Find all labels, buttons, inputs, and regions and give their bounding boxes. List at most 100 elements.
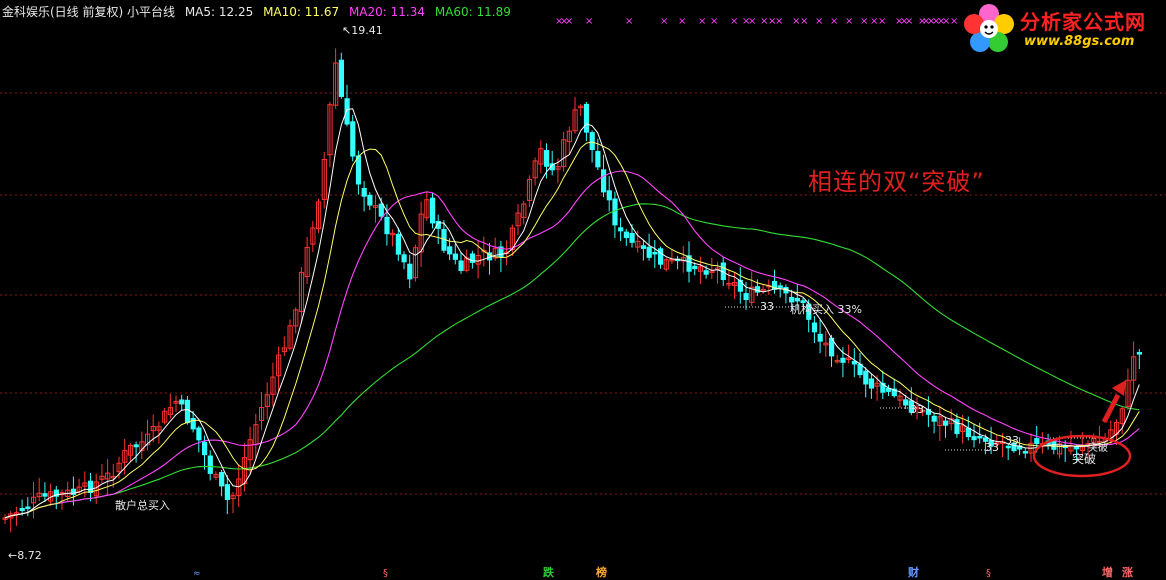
- candle-body: [88, 480, 94, 493]
- candle-body: [224, 484, 231, 500]
- candle-body: [857, 363, 863, 376]
- candle-body: [207, 455, 213, 474]
- signal-x-marker: ×: [830, 16, 838, 27]
- candle-body: [965, 427, 971, 438]
- signal-x-marker: ×: [905, 16, 913, 27]
- site-logo: 分析家公式网 www.88gs.com: [960, 2, 1160, 56]
- candle-body: [817, 333, 823, 342]
- candle-body: [179, 399, 185, 405]
- marker-cai[interactable]: 财: [908, 564, 919, 580]
- marker-zeng[interactable]: 增: [1102, 564, 1113, 580]
- candle-body: [544, 149, 550, 167]
- candle-body: [789, 296, 795, 303]
- candle-body: [931, 415, 937, 422]
- signal-x-marker: ×: [730, 16, 738, 27]
- candle-body: [219, 471, 225, 487]
- candle-body: [652, 251, 658, 255]
- signal-x-marker: ×: [660, 16, 668, 27]
- candle-body: [658, 248, 664, 265]
- candle-body: [42, 493, 48, 497]
- candle-body: [777, 285, 783, 288]
- platform-33-label: 33: [1005, 434, 1019, 447]
- signal-x-marker: ×: [815, 16, 823, 27]
- signal-x-marker: ×: [678, 16, 686, 27]
- candle-body: [743, 293, 749, 300]
- candle-body: [595, 151, 601, 168]
- candle-body: [629, 232, 635, 243]
- candle-body: [612, 198, 618, 226]
- ma20-value: MA20: 11.34: [348, 5, 425, 19]
- signal-x-marker: ×: [950, 16, 958, 27]
- signal-x-marker: ×: [860, 16, 868, 27]
- candle-body: [811, 322, 818, 333]
- kline-chart[interactable]: × × × × × × × × × × × × × × × × × × × × × × × × × × × × × × × × × ↖19.41 ←…: [0, 0, 1166, 580]
- ma60-value: MA60: 11.89: [434, 5, 511, 19]
- bottom-glyph: §: [986, 568, 991, 579]
- candle-body: [840, 357, 846, 363]
- candle-body: [703, 270, 709, 275]
- logo-name: 分析家公式网: [1020, 10, 1146, 34]
- candle-body: [623, 231, 629, 239]
- candle-body: [25, 506, 31, 510]
- platform-33-label: 33: [985, 441, 999, 454]
- candle-body: [133, 444, 139, 448]
- signal-x-marker: ×: [748, 16, 756, 27]
- candle-body: [1074, 446, 1080, 450]
- marker-die[interactable]: 跌: [543, 564, 554, 580]
- candle-body: [640, 245, 647, 249]
- signal-x-marker: ×: [625, 16, 633, 27]
- signal-x-marker: ×: [565, 16, 573, 27]
- candle-body: [1022, 451, 1028, 454]
- retail-buy-label: 散户总买入: [115, 498, 170, 512]
- candle-body: [361, 187, 367, 197]
- candle-body: [851, 360, 857, 365]
- candle-body: [378, 203, 384, 217]
- candle-body: [338, 59, 344, 97]
- candle-body: [407, 263, 413, 280]
- signal-x-marker: ×: [585, 16, 593, 27]
- marker-bang[interactable]: 榜: [596, 564, 607, 580]
- bottom-glyph: §: [383, 568, 388, 579]
- chart-header: 金科娱乐(日线 前复权) 小平台线 MA5: 12.25 MA10: 11.67…: [2, 3, 517, 20]
- institution-buy-label: 机构买入 33%: [790, 302, 862, 316]
- candle-body: [583, 103, 590, 133]
- ma5-value: MA5: 12.25: [184, 5, 254, 19]
- candle-body: [344, 98, 350, 125]
- marker-zhang[interactable]: 涨: [1122, 564, 1133, 580]
- candle-body: [943, 420, 949, 426]
- candle-body: [1136, 351, 1143, 355]
- candle-body: [1034, 438, 1040, 445]
- candle-body: [618, 227, 624, 232]
- candle-body: [184, 399, 191, 424]
- ma60-line: [4, 203, 1140, 519]
- logo-url: www.88gs.com: [1024, 34, 1135, 49]
- price-low-label: ←8.72: [8, 549, 42, 562]
- candle-body: [196, 427, 202, 441]
- candle-body: [19, 508, 25, 511]
- candle-body: [430, 197, 436, 224]
- price-high-label: ↖19.41: [342, 24, 383, 37]
- candle-body: [367, 194, 373, 206]
- candle-body: [903, 399, 909, 406]
- candle-body: [447, 246, 453, 255]
- candle-body: [606, 190, 612, 201]
- signal-x-marker: ×: [698, 16, 706, 27]
- candle-body: [646, 246, 652, 258]
- kline-canvas[interactable]: ××× × × × × × × × ×× × ×× × × × × × × × × ××× ×××××× ×↖19.41←…: [0, 0, 1166, 580]
- candle-body: [395, 233, 401, 255]
- candle-body: [692, 265, 698, 270]
- ma10-value: MA10: 11.67: [263, 5, 340, 19]
- candle-body: [458, 260, 464, 271]
- candle-body: [401, 254, 407, 263]
- platform-33-label: 33: [910, 403, 924, 416]
- flower-icon: [964, 4, 1014, 52]
- signal-x-marker: ×: [775, 16, 783, 27]
- stock-title: 金科娱乐(日线 前复权) 小平台线: [2, 5, 175, 19]
- signal-x-marker: ×: [878, 16, 886, 27]
- ma20-line: [4, 170, 1140, 519]
- candle-body: [452, 253, 458, 260]
- candle-body: [355, 155, 362, 185]
- signal-x-marker: ×: [845, 16, 853, 27]
- candle-body: [863, 370, 869, 385]
- candle-body: [350, 121, 356, 157]
